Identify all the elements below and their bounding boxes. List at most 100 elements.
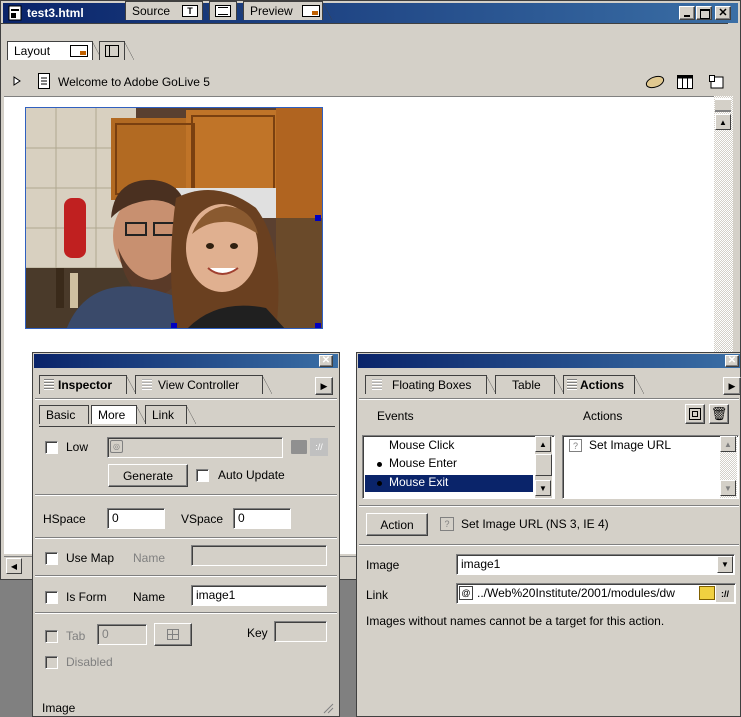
point-and-shoot-icon[interactable]: ◎ [110,440,123,453]
auto-update-checkbox[interactable] [196,469,209,482]
event-item-selected[interactable]: Mouse Exit [365,475,533,492]
key-field[interactable] [274,621,327,642]
tab-floating-boxes[interactable]: Floating Boxes [365,375,496,394]
chevron-down-icon[interactable]: ▼ [717,556,733,573]
new-action-button[interactable] [685,404,705,424]
stylesheet-icon[interactable] [644,74,666,90]
maximize-button[interactable] [696,6,712,20]
events-scrollbar[interactable]: ▲ ▼ [535,436,552,498]
url-button[interactable]: :// [310,438,328,456]
tab-view-controller[interactable]: View Controller [135,375,272,394]
scroll-thumb[interactable] [535,454,552,476]
divider [359,398,739,400]
tab-table[interactable]: Table [495,375,564,394]
view-tabs: Layout [7,41,337,65]
image-handle[interactable] [171,323,177,328]
action-item[interactable]: ? Set Image URL [565,438,715,455]
photo-image[interactable] [25,107,323,329]
scroll-up-arrow[interactable]: ▲ [720,436,736,452]
bullet-icon [377,462,382,467]
inspector-main-tabs: Inspector View Controller ▶ [39,375,335,397]
actions-palette: ✕ Floating Boxes Table Actions ▶ Events … [356,352,741,717]
tab-preview[interactable]: Preview [243,1,332,20]
browse-folder-icon[interactable] [699,586,715,600]
grip-icon [142,379,152,391]
inspector-close-button[interactable]: ✕ [319,355,333,367]
events-list[interactable]: Mouse Click Mouse Enter Mouse Exit ▲ ▼ [362,435,555,499]
tab-order-button[interactable] [154,623,192,646]
generate-button[interactable]: Generate [108,464,188,487]
tab-order-field[interactable]: 0 [97,624,147,645]
map-name-field[interactable] [191,545,327,566]
tab-actions[interactable]: Actions [563,375,644,394]
tab-outline[interactable] [209,1,246,20]
minimize-button[interactable] [679,6,695,20]
form-name-label: Name [133,590,166,604]
inspector-status: Image [42,701,76,715]
delete-action-button[interactable]: 🗑 [709,404,729,424]
tab-checkbox[interactable] [45,630,58,643]
document-title: test3.html [27,6,84,20]
form-name-field[interactable]: image1 [191,585,327,606]
triangle-right-icon[interactable] [12,75,22,87]
table-icon[interactable] [676,74,694,90]
subtab-baseline [39,426,335,427]
divider [35,612,337,614]
site-icon[interactable] [708,74,726,90]
scroll-down-arrow[interactable]: ▼ [720,480,736,496]
actions-list[interactable]: ? Set Image URL ▲ ▼ [562,435,739,499]
divider [35,575,337,577]
grip-icon [44,379,54,391]
is-form-label: Is Form [66,590,107,604]
actions-scrollbar[interactable]: ▲ ▼ [720,436,737,498]
event-item[interactable]: Mouse Enter [365,456,533,473]
point-and-shoot-icon[interactable]: @ [459,586,473,600]
split-handle[interactable] [715,98,731,112]
low-source-field[interactable]: ◎ [107,437,283,458]
layout-mode-icon [70,45,88,57]
document-titlebar[interactable]: test3.html ✕ [3,3,738,23]
inspector-subtabs: Basic More Link [39,405,335,427]
image-select[interactable]: image1 ▼ [456,554,735,575]
low-label: Low [66,440,89,454]
hspace-field[interactable]: 0 [107,508,165,529]
low-checkbox[interactable] [45,441,58,454]
tab-source[interactable]: Source T [125,1,212,20]
tab-layout[interactable]: Layout [7,41,102,60]
disabled-checkbox[interactable] [45,656,58,669]
use-map-checkbox[interactable] [45,552,58,565]
scroll-up-arrow[interactable]: ▲ [715,114,731,130]
action-description: Set Image URL (NS 3, IE 4) [461,517,609,531]
vspace-field[interactable]: 0 [233,508,291,529]
divider [35,494,337,496]
inspector-titlebar[interactable]: ✕ [34,354,338,368]
link-field[interactable]: @ ../Web%20Institute/2001/modules/dw :// [456,583,736,604]
event-item[interactable]: Mouse Click [365,438,533,455]
tab-link[interactable]: Link [145,405,196,424]
tab-basic[interactable]: Basic [39,405,89,424]
palette-menu-arrow[interactable]: ▶ [723,377,741,395]
close-button[interactable]: ✕ [715,6,731,20]
actions-close-button[interactable]: ✕ [725,355,739,367]
palette-menu-arrow[interactable]: ▶ [315,377,333,395]
tab-inspector[interactable]: Inspector [39,375,136,394]
scroll-up-arrow[interactable]: ▲ [535,436,551,452]
scroll-left-arrow[interactable]: ◀ [6,558,22,574]
use-map-label: Use Map [66,551,115,565]
key-label: Key [247,626,268,640]
document-icon [7,5,23,21]
tab-more[interactable]: More [91,405,146,424]
is-form-checkbox[interactable] [45,591,58,604]
image-handle[interactable] [315,323,321,328]
action-button[interactable]: Action [366,513,428,536]
url-button[interactable]: :// [716,585,734,602]
resize-grip-icon[interactable] [321,701,335,715]
action-note: Images without names cannot be a target … [366,614,665,628]
image-handle[interactable] [315,215,321,221]
tab-frame-editor[interactable] [99,41,134,60]
page-title[interactable]: Welcome to Adobe GoLive 5 [58,75,210,89]
divider [359,544,739,546]
actions-titlebar[interactable]: ✕ [358,354,740,368]
browse-folder-icon[interactable] [291,440,307,454]
scroll-down-arrow[interactable]: ▼ [535,480,551,496]
